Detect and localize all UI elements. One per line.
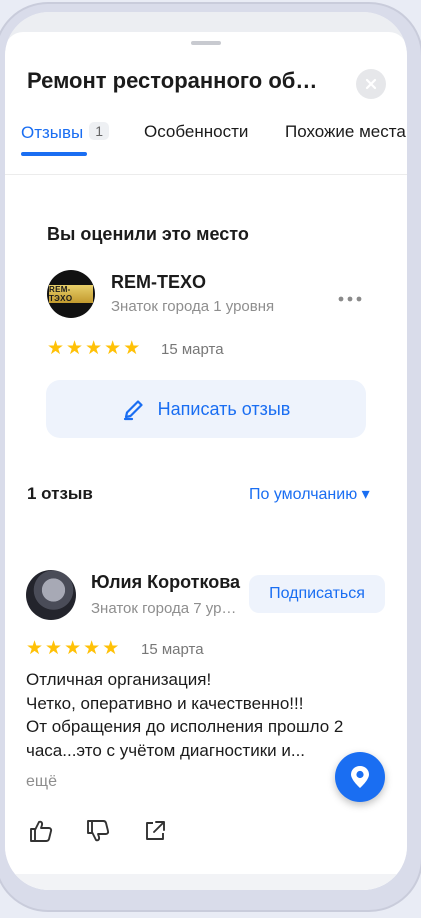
reviewer-level: Знаток города 7 уровня xyxy=(91,600,241,617)
star-icon: ★ xyxy=(83,638,101,659)
tab-bar: Отзывы 1 Особенности Похожие места xyxy=(5,118,407,175)
star-icon: ★ xyxy=(45,638,63,659)
star-icon: ★ xyxy=(104,338,122,359)
review-text-content: Отличная организация! Четко, оперативно … xyxy=(26,670,344,760)
review-more-link[interactable]: ещё xyxy=(26,773,57,791)
star-icon: ★ xyxy=(85,338,103,359)
write-review-button[interactable]: Написать отзыв xyxy=(46,380,366,438)
star-icon: ★ xyxy=(66,338,84,359)
tab-reviews-label: Отзывы xyxy=(21,123,84,142)
star-icon: ★ xyxy=(26,638,44,659)
reviewer-name[interactable]: Юлия Короткова xyxy=(91,572,241,593)
my-avatar[interactable]: REM-TЭXO xyxy=(47,270,95,318)
tab-features-label: Особенности xyxy=(144,122,249,141)
tab-reviews[interactable]: Отзывы 1 xyxy=(21,122,110,143)
close-button[interactable] xyxy=(356,69,386,99)
my-rating-date: 15 марта xyxy=(161,341,224,358)
bottom-bar xyxy=(5,874,407,890)
star-icon: ★ xyxy=(47,338,65,359)
location-button[interactable] xyxy=(335,752,385,802)
star-icon: ★ xyxy=(102,638,120,659)
screen: Ремонт ресторанного оборудования Отзывы 1… xyxy=(5,12,407,890)
reviews-count: 1 отзыв xyxy=(27,484,93,503)
review-date: 15 марта xyxy=(141,641,204,658)
tab-features[interactable]: Особенности xyxy=(144,122,248,142)
star-icon: ★ xyxy=(64,638,82,659)
share-icon[interactable] xyxy=(142,818,168,844)
thumbs-up-icon[interactable] xyxy=(28,818,54,844)
review-text: Отличная организация! Четко, оперативно … xyxy=(26,668,386,762)
more-dots-icon[interactable] xyxy=(337,294,363,304)
write-review-label: Написать отзыв xyxy=(157,398,291,419)
tab-similar-label: Похожие места xyxy=(285,122,406,141)
tab-similar-places[interactable]: Похожие места xyxy=(285,122,406,142)
thumbs-down-icon[interactable] xyxy=(85,818,111,844)
my-user-level: Знаток города 1 уровня xyxy=(111,298,275,315)
reviewer-avatar[interactable] xyxy=(26,570,76,620)
sort-dropdown[interactable]: По умолчанию ▾ xyxy=(249,484,370,504)
my-rating-heading: Вы оценили это место xyxy=(47,224,249,244)
my-rating-stars[interactable]: ★ ★ ★ ★ ★ xyxy=(47,339,140,358)
active-tab-indicator xyxy=(21,152,87,156)
place-card-sheet: Ремонт ресторанного оборудования Отзывы 1… xyxy=(5,32,407,890)
phone-frame: Ремонт ресторанного оборудования Отзывы 1… xyxy=(0,0,421,918)
pencil-icon xyxy=(123,400,143,421)
my-user-name[interactable]: REM-TEXO xyxy=(111,272,206,293)
star-icon: ★ xyxy=(123,338,141,359)
sheet-grabber[interactable] xyxy=(191,41,221,45)
close-icon xyxy=(365,78,377,90)
logo-plate: REM-TЭXO xyxy=(49,285,93,303)
subscribe-button[interactable]: Подписаться xyxy=(249,575,385,613)
tab-reviews-count: 1 xyxy=(89,122,110,140)
location-pin-icon xyxy=(351,766,369,788)
review-stars: ★ ★ ★ ★ ★ xyxy=(26,639,119,658)
place-title: Ремонт ресторанного оборудования xyxy=(27,68,327,93)
